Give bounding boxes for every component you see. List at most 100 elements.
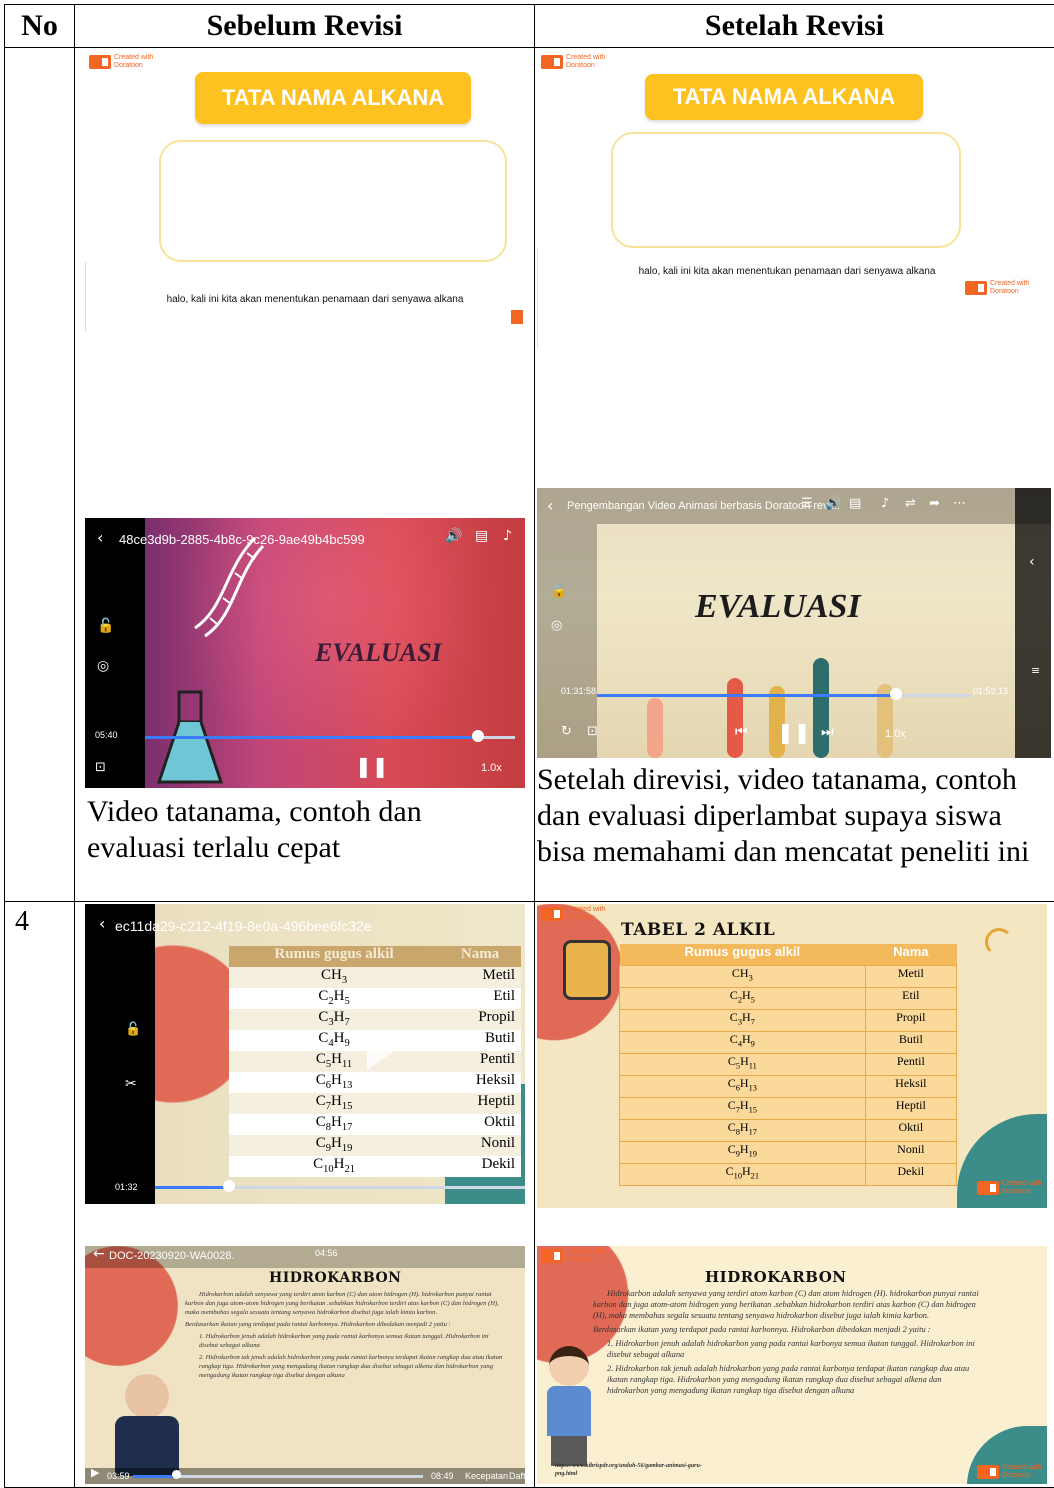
formula-cell: C9H19 <box>619 1140 866 1164</box>
formula-cell: C8H17 <box>229 1114 440 1135</box>
table-row: C9H19 Nonil <box>619 1140 958 1164</box>
progress-knob[interactable] <box>472 730 484 742</box>
doratoon-logo: Created with Doratoon <box>541 1248 605 1264</box>
alkyl-table: Rumus gugus alkil Nama CH3 Metil C2H5 Etil C3H… <box>619 944 958 1186</box>
fullscreen-icon[interactable]: ⊡ <box>95 760 106 775</box>
speed-label[interactable]: Kecepatan <box>465 1471 508 1481</box>
video-evaluasi-after: ‹ Pengembangan Video Animasi berbasis Do… <box>537 488 1051 758</box>
video-hidrokarbon-before: ← DOC-20230920-WA0028. 04:56 HIDROKARBON… <box>85 1246 525 1484</box>
name-cell: Dekil <box>864 1162 958 1186</box>
camera-icon[interactable]: ◎ <box>97 658 109 674</box>
slide-title: TATA NAMA ALKANA <box>645 74 923 120</box>
progress-knob[interactable] <box>890 688 903 700</box>
slide-text: Hidrokarbon adalah senyawa yang terdiri … <box>593 1289 979 1395</box>
lock-icon[interactable]: 🔓 <box>551 584 567 599</box>
formula-cell: C8H17 <box>619 1118 866 1142</box>
pause-button[interactable]: ❚❚ <box>355 754 389 778</box>
formula-cell: C3H7 <box>619 1008 866 1032</box>
slide-title: HIDROKARBON <box>269 1270 402 1286</box>
scissors-icon[interactable]: ✂ <box>125 1076 137 1092</box>
menu-icon[interactable]: ☰ <box>801 496 813 511</box>
formula-cell: C7H15 <box>619 1096 866 1120</box>
formula-cell: C7H15 <box>229 1093 440 1114</box>
video-filename: Pengembangan Video Animasi berbasis Dora… <box>567 500 841 512</box>
column-header-name: Nama <box>865 944 957 965</box>
video-time: 01:32 <box>115 1182 138 1192</box>
music-icon[interactable]: ♪ <box>881 496 889 511</box>
music-icon[interactable]: ♪ <box>503 528 512 544</box>
video-filename: 48ce3d9b-2885-4b8c-9c26-9ae49b4bc599 <box>119 532 365 547</box>
formula-cell: C5H11 <box>229 1051 440 1072</box>
fullscreen-icon[interactable]: ⊡ <box>587 724 598 739</box>
speed-label[interactable]: 1.0x <box>885 728 906 740</box>
description-before: Video tatanama, contoh dan evaluasi terl… <box>87 795 422 864</box>
clock: 04:56 <box>315 1248 338 1258</box>
progress-knob[interactable] <box>172 1470 181 1479</box>
subtitle-icon[interactable]: ▤ <box>475 528 488 544</box>
lock-icon[interactable]: 🔓 <box>125 1022 141 1037</box>
progress-knob[interactable] <box>223 1180 235 1192</box>
list-label[interactable]: Dafta <box>509 1471 525 1481</box>
more-icon[interactable]: ⋯ <box>953 496 966 511</box>
play-icon[interactable] <box>367 1034 393 1070</box>
next-button[interactable]: ⏭ <box>821 724 834 740</box>
back-icon[interactable]: ‹ <box>97 528 103 547</box>
table-row: CH3 Metil <box>229 967 521 988</box>
teacher-body <box>547 1386 591 1436</box>
table-row: C6H13 Heksil <box>619 1074 958 1098</box>
slide-title: HIDROKARBON <box>705 1268 847 1286</box>
formula-cell: C3H7 <box>229 1009 440 1030</box>
table-row: C7H15 Heptil <box>619 1096 958 1120</box>
doratoon-logo-corner: Created with Doratoon <box>977 1464 1041 1480</box>
name-cell: Oktil <box>439 1114 521 1135</box>
name-cell: Nonil <box>439 1135 521 1156</box>
doratoon-logo-corner: Created with Doratoon <box>977 1180 1041 1196</box>
camera-icon[interactable]: ◎ <box>551 618 562 633</box>
slide-tata-nama-before: Created with Doratoon TATA NAMA ALKANA ha… <box>85 52 525 334</box>
image-source: https://www.kibrispdr.org/unduh-56/gamba… <box>555 1463 702 1477</box>
back-icon[interactable]: ‹ <box>99 914 105 933</box>
progress-bar[interactable] <box>597 694 971 697</box>
formula-cell: C4H9 <box>619 1030 866 1054</box>
column-header-formula: Rumus gugus alkil <box>619 944 866 965</box>
header-before: Sebelum Revisi <box>74 4 535 48</box>
back-icon[interactable]: ← <box>93 1246 105 1262</box>
video-time: 05:40 <box>95 730 118 740</box>
volume-icon[interactable]: 🔊 <box>825 496 841 511</box>
row-number: 4 <box>15 906 29 937</box>
header-no: No <box>4 4 75 48</box>
teacher-head <box>125 1374 169 1418</box>
formula-cell: C5H11 <box>619 1052 866 1076</box>
share-icon[interactable]: ➦ <box>929 496 940 511</box>
equalizer-icon[interactable]: ⇌ <box>905 496 916 511</box>
teacher-head <box>549 1346 589 1386</box>
formula-cell: C6H13 <box>619 1074 866 1098</box>
progress-bar[interactable] <box>145 736 515 739</box>
loop-icon[interactable]: ↻ <box>561 724 572 739</box>
speed-label[interactable]: 1.0x <box>481 762 502 774</box>
previous-button[interactable]: ⏮ <box>735 724 748 740</box>
subtitle-icon[interactable]: ▤ <box>849 496 861 511</box>
side-menu-icon[interactable]: ≡ <box>1031 664 1040 677</box>
video-alkyl-before: ‹ ec11da29-c212-4f19-8e0a-496bee6fc32e 🔓… <box>85 904 525 1204</box>
table-row: C8H17 Oktil <box>619 1118 958 1142</box>
slide-tata-nama-after: Created with Doratoon TATA NAMA ALKANA ha… <box>537 52 1051 348</box>
progress-bar[interactable] <box>155 1186 525 1189</box>
name-cell: Heksil <box>864 1074 958 1098</box>
header-after: Setelah Revisi <box>534 4 1054 48</box>
table-title: TABEL 2 ALKIL <box>621 920 776 940</box>
volume-icon[interactable]: 🔊 <box>445 528 462 544</box>
back-icon[interactable]: ‹ <box>547 496 553 515</box>
pause-button[interactable]: ❚❚ <box>777 720 811 744</box>
doratoon-logo-corner: Created with Doratoon <box>965 280 1029 296</box>
name-cell: Propil <box>439 1009 521 1030</box>
play-button[interactable]: ▶ <box>91 1466 99 1479</box>
video-heading: EVALUASI <box>315 638 442 667</box>
name-cell: Etil <box>439 988 521 1009</box>
lock-icon[interactable]: 🔓 <box>97 618 114 634</box>
table-row: C4H9 Butil <box>619 1030 958 1054</box>
name-cell: Propil <box>864 1008 958 1032</box>
formula-cell: C10H21 <box>619 1162 866 1186</box>
chevron-left-icon[interactable]: ‹ <box>1029 554 1035 570</box>
name-cell: Metil <box>439 967 521 988</box>
